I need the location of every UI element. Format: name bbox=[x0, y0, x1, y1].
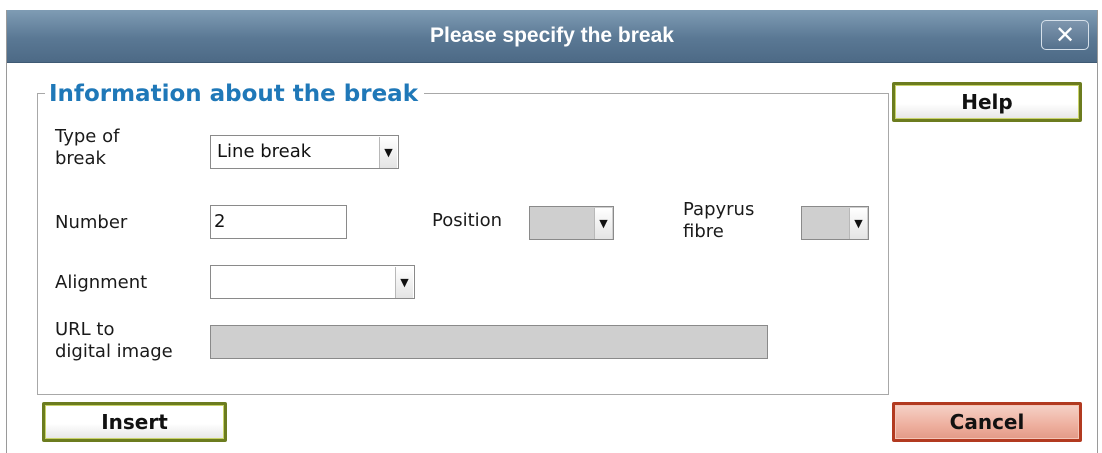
position-label: Position bbox=[432, 210, 503, 231]
type-of-break-label: Type of break bbox=[55, 126, 120, 169]
url-input[interactable] bbox=[210, 325, 768, 359]
dialog-title: Please specify the break bbox=[430, 24, 674, 47]
insert-button[interactable]: Insert bbox=[42, 402, 227, 442]
break-dialog: Please specify the break ✕ Information a… bbox=[6, 10, 1098, 453]
triangle-down-icon: ▼ bbox=[849, 208, 867, 239]
fieldset-legend: Information about the break bbox=[45, 78, 424, 110]
close-icon: ✕ bbox=[1054, 21, 1076, 49]
alignment-select[interactable]: ▼ bbox=[210, 265, 415, 299]
papyrus-fibre-select[interactable]: ▼ bbox=[801, 206, 869, 240]
triangle-down-icon: ▼ bbox=[379, 137, 397, 168]
position-select[interactable]: ▼ bbox=[529, 206, 614, 240]
title-bar: Please specify the break ✕ bbox=[7, 10, 1097, 63]
help-button[interactable]: Help bbox=[892, 82, 1082, 122]
number-label: Number bbox=[55, 212, 128, 233]
triangle-down-icon: ▼ bbox=[395, 267, 413, 298]
number-input[interactable]: 2 bbox=[210, 205, 347, 239]
cancel-button[interactable]: Cancel bbox=[892, 402, 1082, 442]
type-of-break-select[interactable]: Line break ▼ bbox=[210, 135, 399, 169]
close-button[interactable]: ✕ bbox=[1041, 20, 1089, 50]
url-label: URL to digital image bbox=[55, 319, 173, 362]
alignment-label: Alignment bbox=[55, 272, 148, 293]
triangle-down-icon: ▼ bbox=[594, 208, 612, 239]
type-of-break-value: Line break bbox=[217, 141, 312, 162]
papyrus-fibre-label: Papyrus fibre bbox=[683, 199, 755, 242]
